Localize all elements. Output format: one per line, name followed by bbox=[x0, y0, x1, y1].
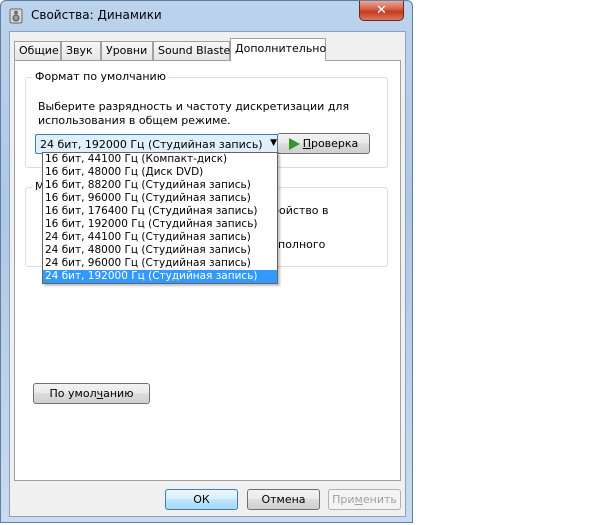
tab-advanced[interactable]: Дополнительно bbox=[230, 38, 326, 61]
sample-rate-select[interactable]: 24 бит, 192000 Гц (Студийная запись) ▼ bbox=[35, 134, 283, 154]
dropdown-option[interactable]: 16 бит, 176400 Гц (Студийная запись) bbox=[43, 205, 277, 218]
apply-rest: енить bbox=[362, 493, 397, 506]
restore-defaults-rest: анию bbox=[103, 387, 134, 400]
dropdown-option[interactable]: 16 бит, 44100 Гц (Компакт-диск) bbox=[43, 153, 277, 166]
sample-rate-dropdown-list[interactable]: 16 бит, 44100 Гц (Компакт-диск) 16 бит, … bbox=[42, 152, 278, 284]
tab-label: Звук bbox=[66, 44, 93, 57]
apply-prefix: При bbox=[332, 493, 355, 506]
tab-general[interactable]: Общие bbox=[14, 41, 61, 60]
close-button[interactable]: ✕ bbox=[359, 1, 404, 21]
tab-label: Дополнительно bbox=[235, 42, 327, 55]
apply-access-key: м bbox=[354, 493, 363, 506]
tab-levels[interactable]: Уровни bbox=[101, 41, 153, 60]
test-button-access-key: П bbox=[302, 137, 311, 150]
tab-label: Общие bbox=[19, 44, 59, 57]
cancel-button-label: Отмена bbox=[261, 493, 306, 506]
restore-defaults-prefix: По умол bbox=[49, 387, 97, 400]
exclusive-mode-text-2: полного bbox=[278, 238, 326, 251]
dropdown-option-selected[interactable]: 24 бит, 192000 Гц (Студийная запись) bbox=[43, 270, 277, 283]
close-icon: ✕ bbox=[376, 3, 387, 18]
ok-button[interactable]: ОК bbox=[165, 489, 238, 510]
restore-defaults-button[interactable]: По умол ч анию bbox=[33, 383, 150, 404]
window-title: Свойства: Динамики bbox=[31, 8, 162, 22]
play-icon bbox=[288, 137, 300, 150]
sample-rate-selected-value: 24 бит, 192000 Гц (Студийная запись) bbox=[40, 138, 263, 151]
dropdown-option[interactable]: 24 бит, 96000 Гц (Студийная запись) bbox=[43, 257, 277, 270]
exclusive-mode-text-1: ройство в bbox=[272, 204, 329, 217]
dropdown-option[interactable]: 24 бит, 44100 Гц (Студийная запись) bbox=[43, 231, 277, 244]
speaker-icon bbox=[9, 8, 23, 24]
tab-label: Уровни bbox=[106, 44, 148, 57]
default-format-label: Формат по умолчанию bbox=[32, 70, 169, 83]
ok-button-label: ОК bbox=[193, 493, 210, 506]
test-button-label: роверка bbox=[310, 137, 359, 150]
title-bar[interactable]: Свойства: Динамики ✕ bbox=[1, 1, 412, 31]
tab-sound-blaster[interactable]: Sound Blaster bbox=[153, 41, 235, 60]
chevron-down-icon: ▼ bbox=[270, 138, 277, 148]
apply-button[interactable]: При м енить bbox=[328, 489, 401, 510]
tab-sound[interactable]: Звук bbox=[61, 41, 101, 60]
default-format-description: Выберите разрядность и частоту дискретиз… bbox=[38, 100, 349, 128]
description-line-2: использования в общем режиме. bbox=[38, 114, 231, 127]
cancel-button[interactable]: Отмена bbox=[247, 489, 320, 510]
dropdown-option[interactable]: 16 бит, 88200 Гц (Студийная запись) bbox=[43, 179, 277, 192]
test-button[interactable]: Проверка bbox=[277, 133, 370, 154]
tab-label: Sound Blaster bbox=[158, 44, 235, 57]
dropdown-option[interactable]: 16 бит, 192000 Гц (Студийная запись) bbox=[43, 218, 277, 231]
dropdown-option[interactable]: 16 бит, 96000 Гц (Студийная запись) bbox=[43, 192, 277, 205]
description-line-1: Выберите разрядность и частоту дискретиз… bbox=[38, 100, 350, 113]
dropdown-option[interactable]: 24 бит, 48000 Гц (Студийная запись) bbox=[43, 244, 277, 257]
dropdown-option[interactable]: 16 бит, 48000 Гц (Диск DVD) bbox=[43, 166, 277, 179]
